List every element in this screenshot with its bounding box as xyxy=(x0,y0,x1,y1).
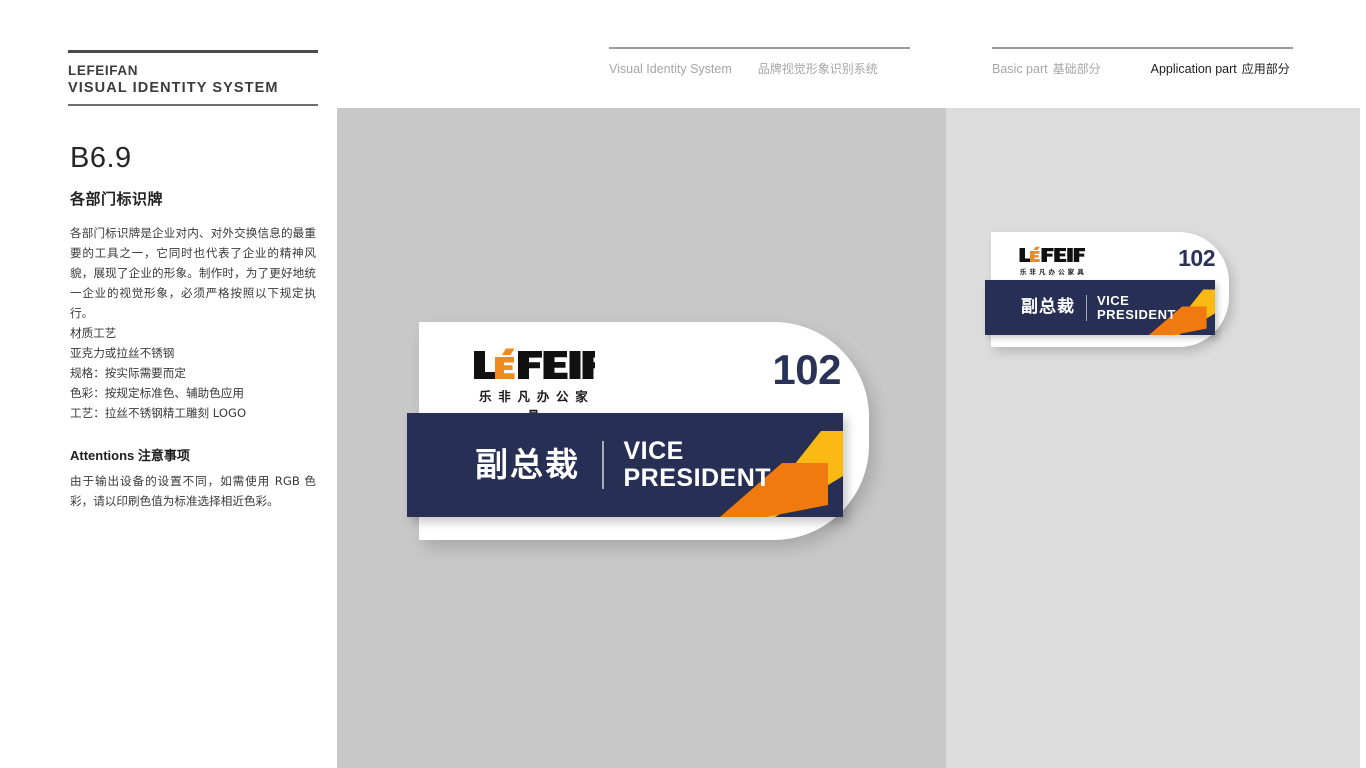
title-english-line1-small: VICE xyxy=(1097,292,1130,308)
header-vis-en: Visual Identity System xyxy=(609,61,732,76)
attentions-heading-en: Attentions xyxy=(70,448,135,463)
nav-application-part-cn[interactable]: 应用部分 xyxy=(1242,60,1290,77)
title-band: 副总裁 VICE PRESIDENT xyxy=(407,413,843,517)
brand-block: LEFEIFAN VISUAL IDENTITY SYSTEM xyxy=(68,50,318,106)
brand-rule-bottom xyxy=(68,104,318,106)
header-rule-vis xyxy=(609,47,910,49)
header-group-vis: Visual Identity System 品牌视觉形象识别系统 xyxy=(609,47,910,77)
spec-line: 亚克力或拉丝不锈钢 xyxy=(70,346,175,360)
stage-panel-right xyxy=(946,108,1360,768)
logo-wordmark xyxy=(473,348,595,382)
title-band-content: 副总裁 VICE PRESIDENT xyxy=(407,413,843,517)
logo-wordmark-svg xyxy=(474,348,595,379)
title-english-line2-small: PRESIDENT xyxy=(1097,306,1176,322)
department-sign-small: 乐 非 凡 办 公 家 具 102 副总裁 VICE PRESIDENT xyxy=(985,232,1229,347)
brand-subtitle: VISUAL IDENTITY SYSTEM xyxy=(68,80,279,96)
header-rule-part xyxy=(992,47,1293,49)
spec-line: 色彩：按规定标准色、辅助色应用 xyxy=(70,386,244,400)
nav-application-part-en[interactable]: Application part xyxy=(1151,62,1237,76)
spec-line: 材质工艺 xyxy=(70,326,117,340)
title-divider xyxy=(602,441,604,489)
spec-line: 规格：按实际需要而定 xyxy=(70,366,186,380)
section-code: B6.9 xyxy=(70,142,132,174)
title-english: VICE PRESIDENT xyxy=(624,438,772,492)
title-english-line1: VICE xyxy=(623,437,684,465)
header-vis-cn: 品牌视觉形象识别系统 xyxy=(757,61,878,76)
title-english-line2: PRESIDENT xyxy=(623,464,772,492)
nav-basic-part-cn[interactable]: 基础部分 xyxy=(1053,60,1101,77)
attentions-body: 由于输出设备的设置不同，如需使用 RGB 色彩，请以印刷色值为标准选择相近色彩。 xyxy=(70,474,316,508)
header-group-part: Basic part 基础部分 Application part 应用部分 xyxy=(992,47,1293,77)
title-chinese-small: 副总裁 xyxy=(1021,297,1075,317)
title-english-small: VICE PRESIDENT xyxy=(1097,292,1176,322)
logo-lockup-small: 乐 非 凡 办 公 家 具 xyxy=(1019,246,1085,276)
logo-chinese-name-small: 乐 非 凡 办 公 家 具 xyxy=(1019,268,1085,276)
nav-basic-part-en[interactable]: Basic part xyxy=(992,62,1048,76)
spec-list: 材质工艺 亚克力或拉丝不锈钢 规格：按实际需要而定 色彩：按规定标准色、辅助色应… xyxy=(70,323,316,423)
title-chinese: 副总裁 xyxy=(475,445,580,484)
attentions-heading-cn: 注意事项 xyxy=(137,449,190,464)
attentions-heading: Attentions 注意事项 xyxy=(70,445,316,464)
title-divider-small xyxy=(1086,294,1087,321)
vi-manual-page: LEFEIFAN VISUAL IDENTITY SYSTEM Visual I… xyxy=(0,0,1366,768)
logo-wordmark-svg-small xyxy=(1019,246,1085,262)
department-sign-large: 乐 非 凡 办 公 家 具 102 副总裁 VICE PRESIDENT xyxy=(407,322,869,540)
brand-name: LEFEIFAN xyxy=(68,63,139,78)
sidebar-copy: B6.9 各部门标识牌 各部门标识牌是企业对内、对外交换信息的最重要的工具之一，… xyxy=(70,142,316,511)
room-number: 102 xyxy=(772,346,841,393)
spec-line: 工艺：拉丝不锈钢精工雕刻 LOGO xyxy=(70,406,247,420)
section-title: 各部门标识牌 xyxy=(70,190,164,208)
room-number-small: 102 xyxy=(1178,245,1215,271)
logo-wordmark-small xyxy=(1019,246,1085,264)
title-band-small: 副总裁 VICE PRESIDENT xyxy=(985,280,1215,335)
title-band-content-small: 副总裁 VICE PRESIDENT xyxy=(985,280,1215,335)
brand-rule-top xyxy=(68,50,318,53)
section-description: 各部门标识牌是企业对内、对外交换信息的最重要的工具之一，它同时也代表了企业的精神… xyxy=(70,226,316,320)
